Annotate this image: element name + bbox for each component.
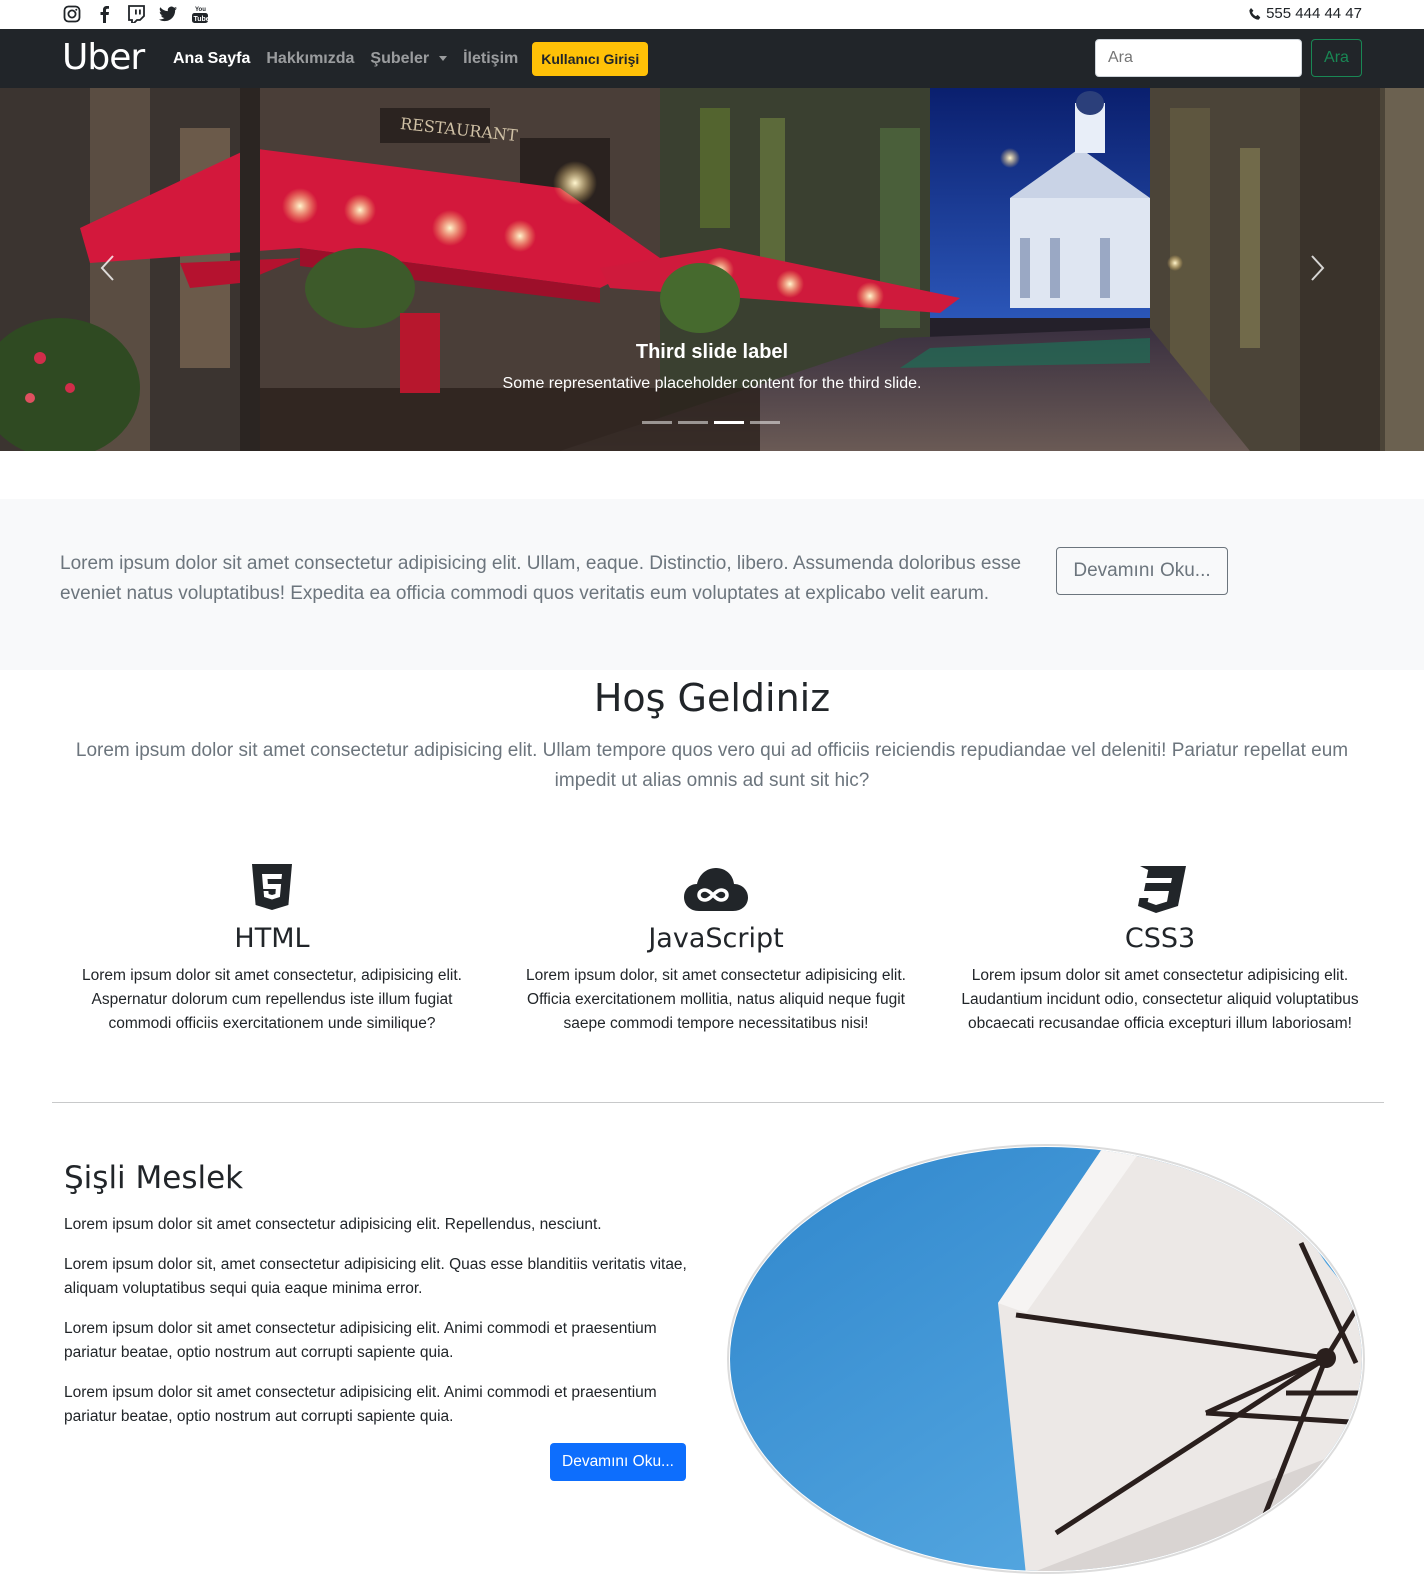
section-divider (52, 1102, 1384, 1103)
feature-html-title: HTML (234, 923, 310, 954)
facebook-icon[interactable] (94, 4, 114, 24)
nav-link-home[interactable]: Ana Sayfa (173, 50, 250, 68)
sisli-paragraph-2: Lorem ipsum dolor sit, amet consectetur … (64, 1256, 687, 1297)
chevron-right-icon (1311, 255, 1325, 281)
css3-icon (1138, 866, 1186, 913)
sisli-paragraph-1: Lorem ipsum dolor sit amet consectetur a… (64, 1216, 602, 1233)
umbrella-image (727, 1144, 1365, 1574)
twitch-icon[interactable] (126, 4, 146, 24)
carousel-indicators (642, 421, 780, 424)
lead-text: Lorem ipsum dolor sit amet consectetur a… (60, 553, 1022, 604)
hero-carousel: RESTAURANT Third slide label Some repres… (0, 88, 1424, 451)
search-input[interactable] (1095, 39, 1302, 77)
lead-read-more-button[interactable]: Devamını Oku... (1056, 547, 1228, 595)
user-login-button[interactable]: Kullanıcı Girişi (532, 41, 649, 76)
carousel-indicator-1[interactable] (642, 421, 672, 424)
brand-logo[interactable]: Uber (62, 37, 145, 78)
html5-icon (252, 864, 292, 910)
sisli-paragraph-4: Lorem ipsum dolor sit amet consectetur a… (64, 1384, 657, 1425)
youtube-icon[interactable]: You Tube (190, 4, 210, 24)
search-button[interactable]: Ara (1311, 39, 1362, 77)
carousel-next-button[interactable] (1303, 248, 1333, 288)
nav-link-contact[interactable]: İletişim (463, 50, 518, 68)
main-navbar: Uber Ana Sayfa Hakkımızda Şubeler İletiş… (0, 29, 1424, 88)
chevron-left-icon (100, 255, 114, 281)
welcome-title: Hoş Geldiniz (593, 676, 831, 720)
nav-dropdown-branches[interactable]: Şubeler (370, 49, 448, 68)
carousel-indicator-4[interactable] (750, 421, 780, 424)
nav-links: Ana Sayfa Hakkımızda Şubeler İletişim Ku… (173, 29, 649, 88)
feature-css3-text: Lorem ipsum dolor sit amet consectetur a… (961, 967, 1359, 1032)
caret-down-icon (439, 56, 448, 61)
phone-number: 555 444 44 47 (1266, 5, 1362, 22)
welcome-text: Lorem ipsum dolor sit amet consectetur a… (75, 740, 1349, 791)
svg-text:Tube: Tube (194, 16, 210, 23)
feature-javascript: JavaScript Lorem ipsum dolor, sit amet c… (506, 863, 926, 1036)
carousel-caption-text: Some representative placeholder content … (502, 375, 922, 392)
social-links: You Tube (62, 4, 210, 24)
feature-css3-title: CSS3 (1124, 923, 1196, 954)
instagram-icon[interactable] (62, 4, 82, 24)
carousel-indicator-3[interactable] (714, 421, 744, 424)
svg-text:You: You (195, 7, 206, 13)
phone-contact: 555 444 44 47 (1248, 5, 1362, 22)
twitter-icon[interactable] (158, 4, 178, 24)
feature-css3: CSS3 Lorem ipsum dolor sit amet consecte… (950, 863, 1370, 1036)
feature-javascript-title: JavaScript (648, 923, 784, 954)
nav-link-about[interactable]: Hakkımızda (266, 50, 354, 68)
carousel-prev-button[interactable] (92, 248, 122, 288)
sisli-read-more-button[interactable]: Devamını Oku... (550, 1443, 686, 1481)
top-bar: You Tube 555 444 44 47 (0, 0, 1424, 29)
phone-icon (1249, 7, 1261, 20)
feature-javascript-text: Lorem ipsum dolor, sit amet consectetur … (526, 967, 906, 1032)
carousel-caption-title: Third slide label (635, 341, 789, 363)
sisli-title: Şişli Meslek (64, 1160, 244, 1196)
sisli-paragraph-3: Lorem ipsum dolor sit amet consectetur a… (64, 1320, 657, 1361)
carousel-slide-image: RESTAURANT (0, 88, 1424, 451)
nav-dropdown-label: Şubeler (370, 49, 430, 67)
feature-html: HTML Lorem ipsum dolor sit amet consecte… (62, 863, 482, 1036)
lead-section: Lorem ipsum dolor sit amet consectetur a… (0, 499, 1424, 670)
carousel-indicator-2[interactable] (678, 421, 708, 424)
feature-html-text: Lorem ipsum dolor sit amet consectetur, … (82, 967, 462, 1032)
cloud-infinity-icon (684, 868, 748, 911)
